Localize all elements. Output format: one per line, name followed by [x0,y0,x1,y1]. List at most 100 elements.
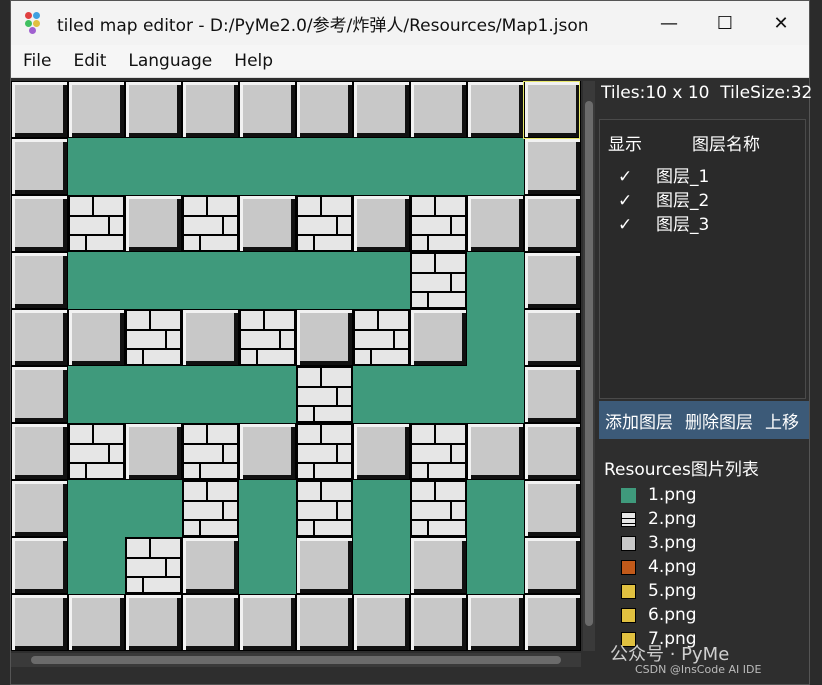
move-up-button[interactable]: 上移 [765,408,799,433]
map-tile-stone[interactable] [353,81,410,138]
vertical-scroll-thumb[interactable] [585,101,593,626]
map-tile-floor[interactable] [467,252,524,309]
map-tile-brick[interactable] [296,366,353,423]
map-tile-floor[interactable] [410,138,467,195]
layer-row[interactable]: ✓ 图层_2 [618,186,709,211]
horizontal-scroll-thumb[interactable] [31,656,561,664]
map-tile-brick[interactable] [125,537,182,594]
map-tile-floor[interactable] [239,138,296,195]
map-tile-floor[interactable] [467,366,524,423]
map-canvas[interactable] [11,81,581,651]
map-tile-floor[interactable] [182,138,239,195]
map-tile-stone[interactable] [239,195,296,252]
map-tile-brick[interactable] [68,195,125,252]
map-tile-stone[interactable] [353,594,410,651]
menu-help[interactable]: Help [222,51,283,71]
map-tile-stone[interactable] [239,423,296,480]
map-tile-floor[interactable] [353,480,410,537]
minimize-button[interactable]: — [641,1,697,45]
map-tile-floor[interactable] [467,138,524,195]
map-tile-stone[interactable] [524,195,581,252]
map-tile-stone[interactable] [125,195,182,252]
map-tile-stone[interactable] [467,423,524,480]
map-tile-stone[interactable] [410,309,467,366]
vertical-scrollbar[interactable] [583,81,595,651]
map-tile-stone[interactable] [11,138,68,195]
map-tile-floor[interactable] [296,252,353,309]
add-layer-button[interactable]: 添加图层 [605,408,673,433]
map-tile-stone[interactable] [524,537,581,594]
map-tile-stone[interactable] [239,81,296,138]
map-tile-floor[interactable] [182,366,239,423]
map-tile-brick[interactable] [296,423,353,480]
menu-file[interactable]: File [11,51,61,71]
map-tile-stone[interactable] [296,81,353,138]
map-tile-stone[interactable] [11,537,68,594]
map-tile-stone[interactable] [125,423,182,480]
map-tile-stone[interactable] [11,195,68,252]
map-tile-floor[interactable] [353,537,410,594]
map-tile-stone[interactable] [524,138,581,195]
resource-item[interactable]: 4.png [621,557,697,577]
map-tile-brick[interactable] [68,423,125,480]
map-tile-stone[interactable] [296,594,353,651]
map-tile-floor[interactable] [239,537,296,594]
map-tile-brick[interactable] [410,195,467,252]
map-tile-brick[interactable] [182,195,239,252]
map-tile-stone[interactable] [410,594,467,651]
map-tile-stone[interactable] [182,537,239,594]
map-tile-stone[interactable] [11,594,68,651]
map-tile-stone[interactable] [11,81,68,138]
layer-row[interactable]: ✓ 图层_3 [618,210,709,235]
menu-language[interactable]: Language [116,51,222,71]
map-tile-stone[interactable] [467,195,524,252]
map-tile-floor[interactable] [239,480,296,537]
map-tile-stone[interactable] [11,366,68,423]
maximize-button[interactable]: ☐ [697,1,753,45]
map-tile-stone[interactable] [182,81,239,138]
close-button[interactable]: ✕ [753,1,809,45]
layer-row[interactable]: ✓ 图层_1 [618,162,709,187]
map-tile-floor[interactable] [68,537,125,594]
map-tile-floor[interactable] [125,138,182,195]
map-tile-stone[interactable] [524,252,581,309]
visibility-check-icon[interactable]: ✓ [618,167,656,187]
map-tile-stone[interactable] [467,594,524,651]
map-tile-floor[interactable] [296,138,353,195]
resource-item[interactable]: 3.png [621,533,697,553]
map-tile-stone[interactable] [524,81,581,138]
map-tile-stone[interactable] [524,594,581,651]
map-tile-stone[interactable] [125,81,182,138]
menu-edit[interactable]: Edit [61,51,116,71]
map-tile-floor[interactable] [239,252,296,309]
map-tile-stone[interactable] [410,537,467,594]
map-tile-floor[interactable] [125,366,182,423]
map-tile-floor[interactable] [68,138,125,195]
map-tile-floor[interactable] [410,366,467,423]
map-tile-stone[interactable] [353,423,410,480]
map-tile-stone[interactable] [410,81,467,138]
map-tile-stone[interactable] [11,480,68,537]
map-tile-stone[interactable] [68,81,125,138]
map-tile-brick[interactable] [125,309,182,366]
map-tile-floor[interactable] [239,366,296,423]
map-tile-stone[interactable] [353,195,410,252]
map-tile-floor[interactable] [182,252,239,309]
map-tile-stone[interactable] [524,423,581,480]
map-tile-brick[interactable] [353,309,410,366]
map-tile-stone[interactable] [125,594,182,651]
visibility-check-icon[interactable]: ✓ [618,215,656,235]
map-tile-floor[interactable] [68,480,125,537]
map-tile-floor[interactable] [353,138,410,195]
horizontal-scrollbar[interactable] [11,653,581,667]
map-tile-floor[interactable] [353,252,410,309]
map-tile-stone[interactable] [11,309,68,366]
map-tile-floor[interactable] [467,309,524,366]
map-tile-brick[interactable] [410,252,467,309]
map-tile-brick[interactable] [296,480,353,537]
map-tile-floor[interactable] [125,252,182,309]
map-tile-brick[interactable] [182,423,239,480]
map-tile-floor[interactable] [353,366,410,423]
map-tile-stone[interactable] [239,594,296,651]
map-tile-stone[interactable] [11,252,68,309]
